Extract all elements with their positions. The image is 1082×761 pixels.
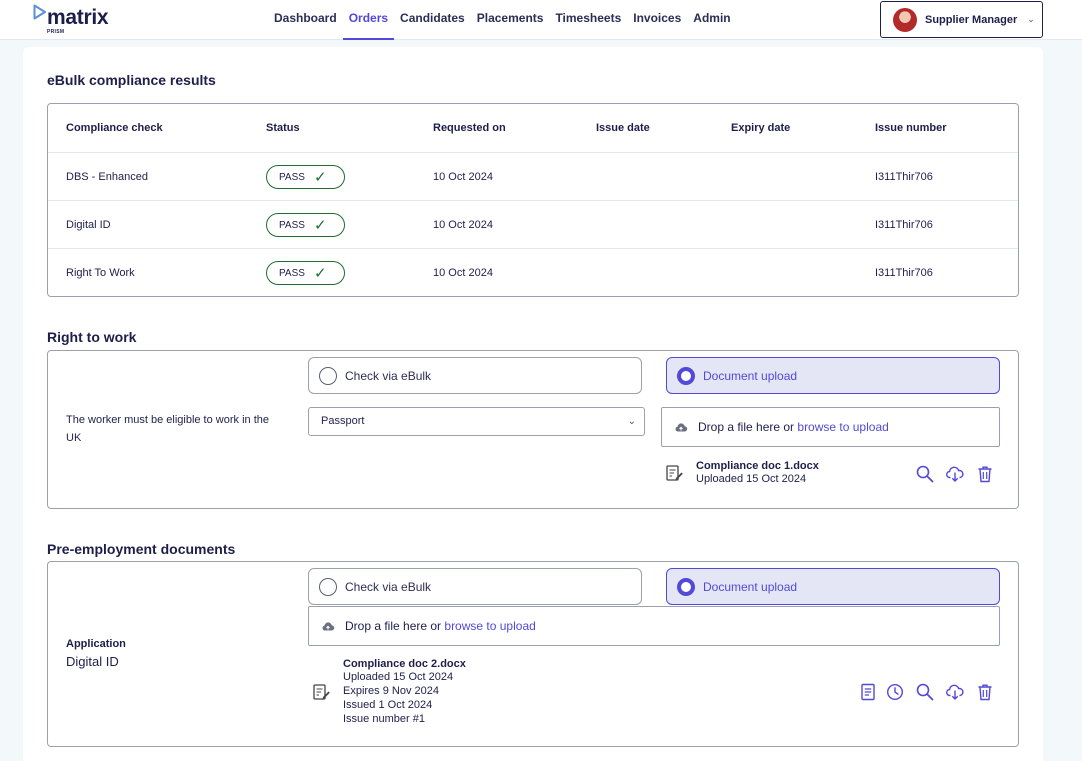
column-header: Requested on [433, 122, 506, 134]
status-badge: PASS ✓ [266, 261, 345, 285]
pre-option-ebulk[interactable]: Check via eBulk [308, 568, 642, 605]
pre-employment-section: Application Digital ID Check via eBulk D… [47, 561, 1019, 747]
radio-label: Document upload [703, 579, 798, 594]
issue-number: I311Thir706 [875, 171, 933, 183]
expiry-clock-icon[interactable] [885, 682, 905, 702]
ebulk-title: eBulk compliance results [47, 72, 216, 88]
requested-date: 10 Oct 2024 [433, 171, 493, 183]
check-name: Digital ID [66, 219, 111, 231]
file-expires: Expires 9 Nov 2024 [343, 685, 439, 697]
radio-selected-icon [677, 366, 695, 385]
radio-selected-icon [677, 577, 695, 596]
radio-label: Document upload [703, 368, 798, 383]
drop-text: Drop a file here or [345, 619, 442, 633]
top-bar: matrix PRISM Dashboard Orders Candidates… [0, 0, 1082, 40]
avatar [893, 7, 917, 32]
file-name: Compliance doc 2.docx [343, 658, 466, 670]
status-text: PASS [279, 219, 305, 231]
check-icon: ✓ [313, 169, 327, 186]
column-header: Expiry date [731, 122, 791, 134]
file-issued: Issued 1 Oct 2024 [343, 699, 433, 711]
download-icon[interactable] [945, 682, 965, 702]
pre-option-upload[interactable]: Document upload [666, 568, 1000, 605]
chevron-down-icon: ⌄ [1027, 14, 1035, 24]
logo-wordmark: matrix [47, 6, 109, 29]
rtw-file-info: Compliance doc 1.docx Uploaded 15 Oct 20… [696, 460, 819, 486]
radio-label: Check via eBulk [345, 368, 432, 383]
document-type-select[interactable]: Passport ⌄ [308, 407, 645, 436]
column-header: Issue date [596, 122, 650, 134]
pre-employment-title: Pre-employment documents [47, 541, 236, 557]
download-icon[interactable] [945, 464, 965, 484]
nav-timesheets[interactable]: Timesheets [549, 0, 627, 40]
user-menu-button[interactable]: Supplier Manager ⌄ [880, 1, 1043, 38]
chevron-down-icon: ⌄ [627, 416, 636, 427]
column-header: Issue number [875, 122, 947, 134]
check-name: Right To Work [66, 267, 135, 279]
logo-play-icon [33, 4, 46, 20]
rtw-dropzone[interactable]: Drop a file here or browse to upload [661, 407, 1000, 447]
document-edit-icon [313, 684, 330, 700]
check-name: DBS - Enhanced [66, 171, 148, 183]
issue-number: I311Thir706 [875, 219, 933, 231]
right-to-work-section: The worker must be eligible to work in t… [47, 350, 1019, 509]
check-icon: ✓ [313, 217, 327, 234]
cloud-upload-icon [322, 621, 335, 631]
drop-text: Drop a file here or [698, 420, 795, 434]
file-uploaded: Uploaded 15 Oct 2024 [343, 671, 454, 683]
nav-placements[interactable]: Placements [471, 0, 550, 40]
matrix-logo[interactable]: matrix PRISM [33, 4, 113, 36]
table-row: DBS - Enhanced PASS ✓ 10 Oct 2024 I311Th… [48, 152, 1018, 200]
logo-subtitle: PRISM [47, 29, 65, 35]
nav-dashboard[interactable]: Dashboard [268, 0, 343, 40]
view-search-icon[interactable] [915, 682, 935, 702]
file-name: Compliance doc 1.docx [696, 460, 819, 472]
pre-dropzone[interactable]: Drop a file here or browse to upload [308, 606, 1000, 646]
rtw-requirement: The worker must be eligible to work in t… [66, 414, 269, 444]
file-uploaded: Uploaded 15 Oct 2024 [696, 473, 807, 485]
nav-orders[interactable]: Orders [342, 0, 395, 40]
main-nav: Dashboard Orders Candidates Placements T… [268, 0, 737, 40]
requirement-title: Application [66, 638, 126, 650]
browse-link[interactable]: browse to upload [444, 619, 535, 633]
status-text: PASS [279, 171, 305, 183]
main-card: eBulk compliance results Compliance chec… [23, 47, 1043, 761]
trash-icon[interactable] [975, 464, 995, 484]
document-edit-icon [666, 465, 683, 481]
requested-date: 10 Oct 2024 [433, 219, 493, 231]
radio-label: Check via eBulk [345, 579, 432, 594]
ebulk-results-table: Compliance check Status Requested on Iss… [47, 103, 1019, 297]
issue-number: I311Thir706 [875, 267, 933, 279]
nav-candidates[interactable]: Candidates [394, 0, 471, 40]
requested-date: 10 Oct 2024 [433, 267, 493, 279]
cloud-upload-icon [675, 422, 688, 432]
right-to-work-title: Right to work [47, 329, 137, 345]
status-badge: PASS ✓ [266, 213, 345, 237]
user-name: Supplier Manager [925, 13, 1018, 26]
requirement-subtitle: Digital ID [66, 654, 119, 669]
status-text: PASS [279, 267, 305, 279]
pre-file-info: Compliance doc 2.docx Uploaded 15 Oct 20… [343, 658, 466, 726]
view-search-icon[interactable] [915, 464, 935, 484]
select-value: Passport [321, 415, 365, 427]
nav-invoices[interactable]: Invoices [627, 0, 687, 40]
status-badge: PASS ✓ [266, 165, 345, 189]
table-row: Digital ID PASS ✓ 10 Oct 2024 I311Thir70… [48, 200, 1018, 248]
radio-circle-icon [319, 577, 337, 596]
document-details-icon[interactable] [858, 682, 878, 702]
column-header: Status [266, 122, 300, 134]
table-row: Right To Work PASS ✓ 10 Oct 2024 I311Thi… [48, 248, 1018, 296]
radio-circle-icon [319, 366, 337, 385]
rtw-option-upload[interactable]: Document upload [666, 357, 1000, 394]
table-header-row: Compliance check Status Requested on Iss… [48, 104, 1018, 152]
column-header: Compliance check [66, 122, 163, 134]
file-issue-number: Issue number #1 [343, 713, 425, 725]
browse-link[interactable]: browse to upload [797, 420, 888, 434]
check-icon: ✓ [313, 265, 327, 282]
rtw-option-ebulk[interactable]: Check via eBulk [308, 357, 642, 394]
nav-admin[interactable]: Admin [687, 0, 736, 40]
trash-icon[interactable] [975, 682, 995, 702]
